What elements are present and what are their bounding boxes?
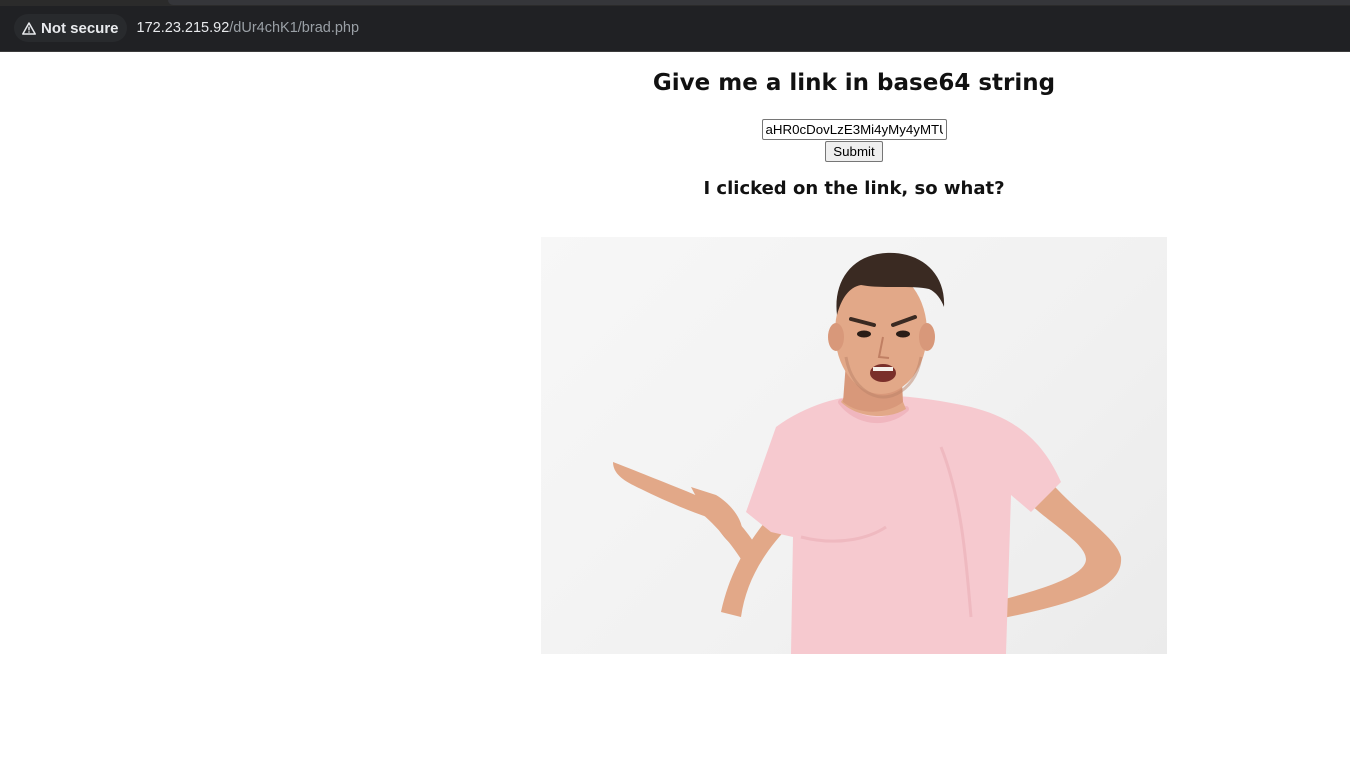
- response-text: I clicked on the link, so what?: [703, 178, 1005, 199]
- submit-button[interactable]: Submit: [825, 141, 883, 162]
- security-indicator[interactable]: Not secure: [14, 14, 127, 42]
- browser-toolbar: Not secure 172.23.215.92/dUr4chK1/brad.p…: [0, 0, 1350, 52]
- warning-triangle-icon: [22, 21, 36, 35]
- confused-man-photo: [541, 237, 1167, 654]
- url-host: 172.23.215.92: [136, 20, 230, 36]
- link-form: Submit: [540, 119, 1168, 162]
- url-text[interactable]: 172.23.215.92/dUr4chK1/brad.php: [137, 20, 360, 36]
- page-title: Give me a link in base64 string: [652, 70, 1056, 96]
- tab-strip: [0, 0, 1350, 6]
- address-bar[interactable]: Not secure 172.23.215.92/dUr4chK1/brad.p…: [14, 12, 1334, 44]
- page-content: Give me a link in base64 string Submit I…: [0, 52, 1350, 768]
- security-label: Not secure: [41, 19, 119, 37]
- url-path: /dUr4chK1/brad.php: [229, 20, 360, 36]
- base64-link-input[interactable]: [761, 119, 947, 140]
